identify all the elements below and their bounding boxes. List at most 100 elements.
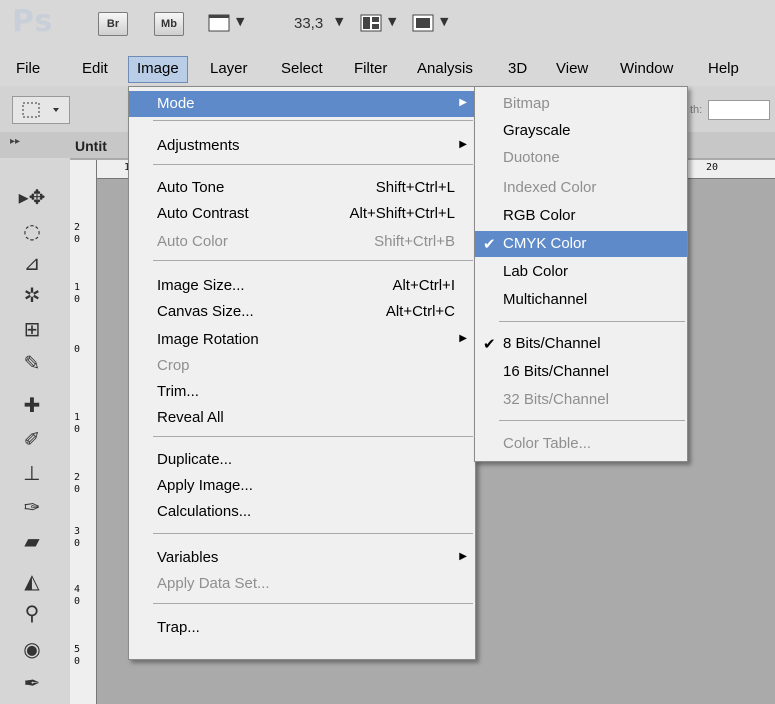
photoshop-logo: Ps — [12, 4, 54, 39]
eyedropper-icon[interactable]: ✎ — [14, 348, 50, 378]
menu-item-label: Apply Data Set... — [157, 575, 270, 592]
bridge-button[interactable]: Br — [98, 12, 128, 36]
menu-item-mode[interactable]: Mode ▶ — [129, 91, 475, 117]
document-tab[interactable]: Untit — [75, 138, 107, 154]
mode-item-cmyk-color[interactable]: ✔ CMYK Color — [475, 231, 687, 257]
menu-help[interactable]: Help — [708, 60, 739, 77]
eraser-icon[interactable]: ▰ — [14, 526, 50, 556]
zoom-level[interactable]: 33,3 — [294, 15, 323, 32]
menu-item-reveal-all[interactable]: Reveal All — [129, 405, 475, 431]
menu-item-label: 16 Bits/Channel — [503, 363, 609, 380]
mode-item-rgb-color[interactable]: RGB Color — [475, 203, 687, 229]
arrange-dropdown-icon[interactable]: ▼ — [388, 15, 396, 28]
clone-stamp-icon[interactable]: ⊥ — [14, 458, 50, 488]
menu-item-auto-color: Auto Color Shift+Ctrl+B — [129, 229, 475, 255]
check-icon: ✔ — [483, 336, 496, 353]
mode-item-duotone: Duotone — [475, 145, 687, 171]
menu-item-shortcut: Alt+Ctrl+I — [392, 277, 455, 294]
marquee-preset-icon[interactable] — [12, 96, 70, 124]
menu-item-label: Image Size... — [157, 277, 245, 294]
lasso-tool-icon[interactable]: ⊿ — [14, 248, 50, 278]
menu-edit[interactable]: Edit — [82, 60, 108, 77]
menu-item-calculations[interactable]: Calculations... — [129, 499, 475, 525]
menu-item-label: Apply Image... — [157, 477, 253, 494]
collapse-panel-icon[interactable]: ▸▸ — [10, 136, 20, 147]
menu-filter[interactable]: Filter — [354, 60, 387, 77]
menu-item-apply-image[interactable]: Apply Image... — [129, 473, 475, 499]
mode-item-grayscale[interactable]: Grayscale — [475, 118, 687, 144]
menu-item-label: Mode — [157, 95, 195, 112]
menu-3d[interactable]: 3D — [508, 60, 527, 77]
menu-file[interactable]: File — [16, 60, 40, 77]
menu-separator — [153, 120, 473, 121]
menu-window[interactable]: Window — [620, 60, 673, 77]
brush-tool-icon[interactable]: ✐ — [14, 424, 50, 454]
history-brush-icon[interactable]: ✑ — [14, 492, 50, 522]
menu-item-label: Auto Contrast — [157, 205, 249, 222]
menu-item-label: Auto Color — [157, 233, 228, 250]
menu-item-duplicate[interactable]: Duplicate... — [129, 447, 475, 473]
menu-item-label: Duotone — [503, 149, 560, 166]
submenu-arrow-icon: ▶ — [459, 551, 467, 562]
crop-tool-icon[interactable]: ⊞ — [14, 314, 50, 344]
view-extras-dropdown-icon[interactable]: ▼ — [236, 15, 244, 28]
ruler-label: 0 — [74, 484, 81, 495]
mode-item-16-bits[interactable]: 16 Bits/Channel — [475, 359, 687, 385]
pen-tool-icon[interactable]: ✒ — [14, 668, 50, 698]
ruler-label: 0 — [74, 344, 81, 355]
menu-separator — [153, 260, 473, 261]
menu-select[interactable]: Select — [281, 60, 323, 77]
vertical-ruler: 2 0 1 0 0 1 0 2 0 3 0 4 0 5 0 — [70, 160, 97, 704]
menu-item-trap[interactable]: Trap... — [129, 615, 475, 641]
ruler-label: 3 — [74, 526, 81, 537]
mode-item-8-bits[interactable]: ✔ 8 Bits/Channel — [475, 331, 687, 357]
healing-brush-icon[interactable]: ✚ — [14, 390, 50, 420]
check-icon: ✔ — [483, 236, 496, 253]
ruler-label: 20 — [706, 162, 719, 173]
menu-item-label: Auto Tone — [157, 179, 225, 196]
menu-analysis[interactable]: Analysis — [417, 60, 473, 77]
menu-item-auto-tone[interactable]: Auto Tone Shift+Ctrl+L — [129, 175, 475, 201]
menu-item-shortcut: Shift+Ctrl+L — [375, 179, 455, 196]
submenu-arrow-icon: ▶ — [459, 333, 467, 344]
menu-item-adjustments[interactable]: Adjustments ▶ — [129, 133, 475, 159]
toolbox: ▸✥ ◌ ⊿ ✲ ⊞ ✎ ✚ ✐ ⊥ ✑ ▰ ◭ ⚲ ◉ ✒ — [0, 158, 70, 704]
menu-item-label: Bitmap — [503, 95, 550, 112]
move-tool-icon[interactable]: ▸✥ — [14, 182, 50, 212]
menu-item-canvas-size[interactable]: Canvas Size... Alt+Ctrl+C — [129, 299, 475, 325]
menu-separator — [153, 436, 473, 437]
menu-view[interactable]: View — [556, 60, 588, 77]
menu-item-variables[interactable]: Variables ▶ — [129, 545, 475, 571]
menu-item-label: 8 Bits/Channel — [503, 335, 601, 352]
paint-bucket-icon[interactable]: ◭ — [14, 566, 50, 596]
menu-item-label: Grayscale — [503, 122, 571, 139]
mode-item-multichannel[interactable]: Multichannel — [475, 287, 687, 313]
screen-mode-dropdown-icon[interactable]: ▼ — [440, 15, 448, 28]
menu-item-label: Image Rotation — [157, 331, 259, 348]
menu-item-trim[interactable]: Trim... — [129, 379, 475, 405]
blur-tool-icon[interactable]: ⚲ — [14, 598, 50, 628]
menu-item-label: Lab Color — [503, 263, 569, 280]
menu-item-image-size[interactable]: Image Size... Alt+Ctrl+I — [129, 273, 475, 299]
zoom-dropdown-icon[interactable]: ▼ — [335, 15, 343, 28]
menu-item-label: Crop — [157, 357, 190, 374]
width-input[interactable] — [708, 100, 770, 120]
quick-selection-icon[interactable]: ✲ — [14, 280, 50, 310]
arrange-documents-icon[interactable] — [360, 13, 382, 33]
elliptical-marquee-icon[interactable]: ◌ — [14, 216, 50, 246]
menu-item-auto-contrast[interactable]: Auto Contrast Alt+Shift+Ctrl+L — [129, 201, 475, 227]
menu-item-label: CMYK Color — [503, 235, 587, 252]
mini-bridge-button[interactable]: Mb — [154, 12, 184, 36]
menu-image[interactable]: Image — [128, 56, 188, 83]
view-extras-icon[interactable] — [208, 13, 230, 33]
menu-item-image-rotation[interactable]: Image Rotation ▶ — [129, 327, 475, 353]
ruler-label: 0 — [74, 596, 81, 607]
menu-layer[interactable]: Layer — [210, 60, 248, 77]
ruler-label: 0 — [74, 294, 81, 305]
application-bar: Ps Br Mb ▼ 33,3 ▼ ▼ ▼ — [0, 0, 775, 52]
screen-mode-icon[interactable] — [412, 13, 434, 33]
menu-item-label: Reveal All — [157, 409, 224, 426]
mode-item-lab-color[interactable]: Lab Color — [475, 259, 687, 285]
dodge-tool-icon[interactable]: ◉ — [14, 634, 50, 664]
menu-separator — [499, 321, 685, 322]
